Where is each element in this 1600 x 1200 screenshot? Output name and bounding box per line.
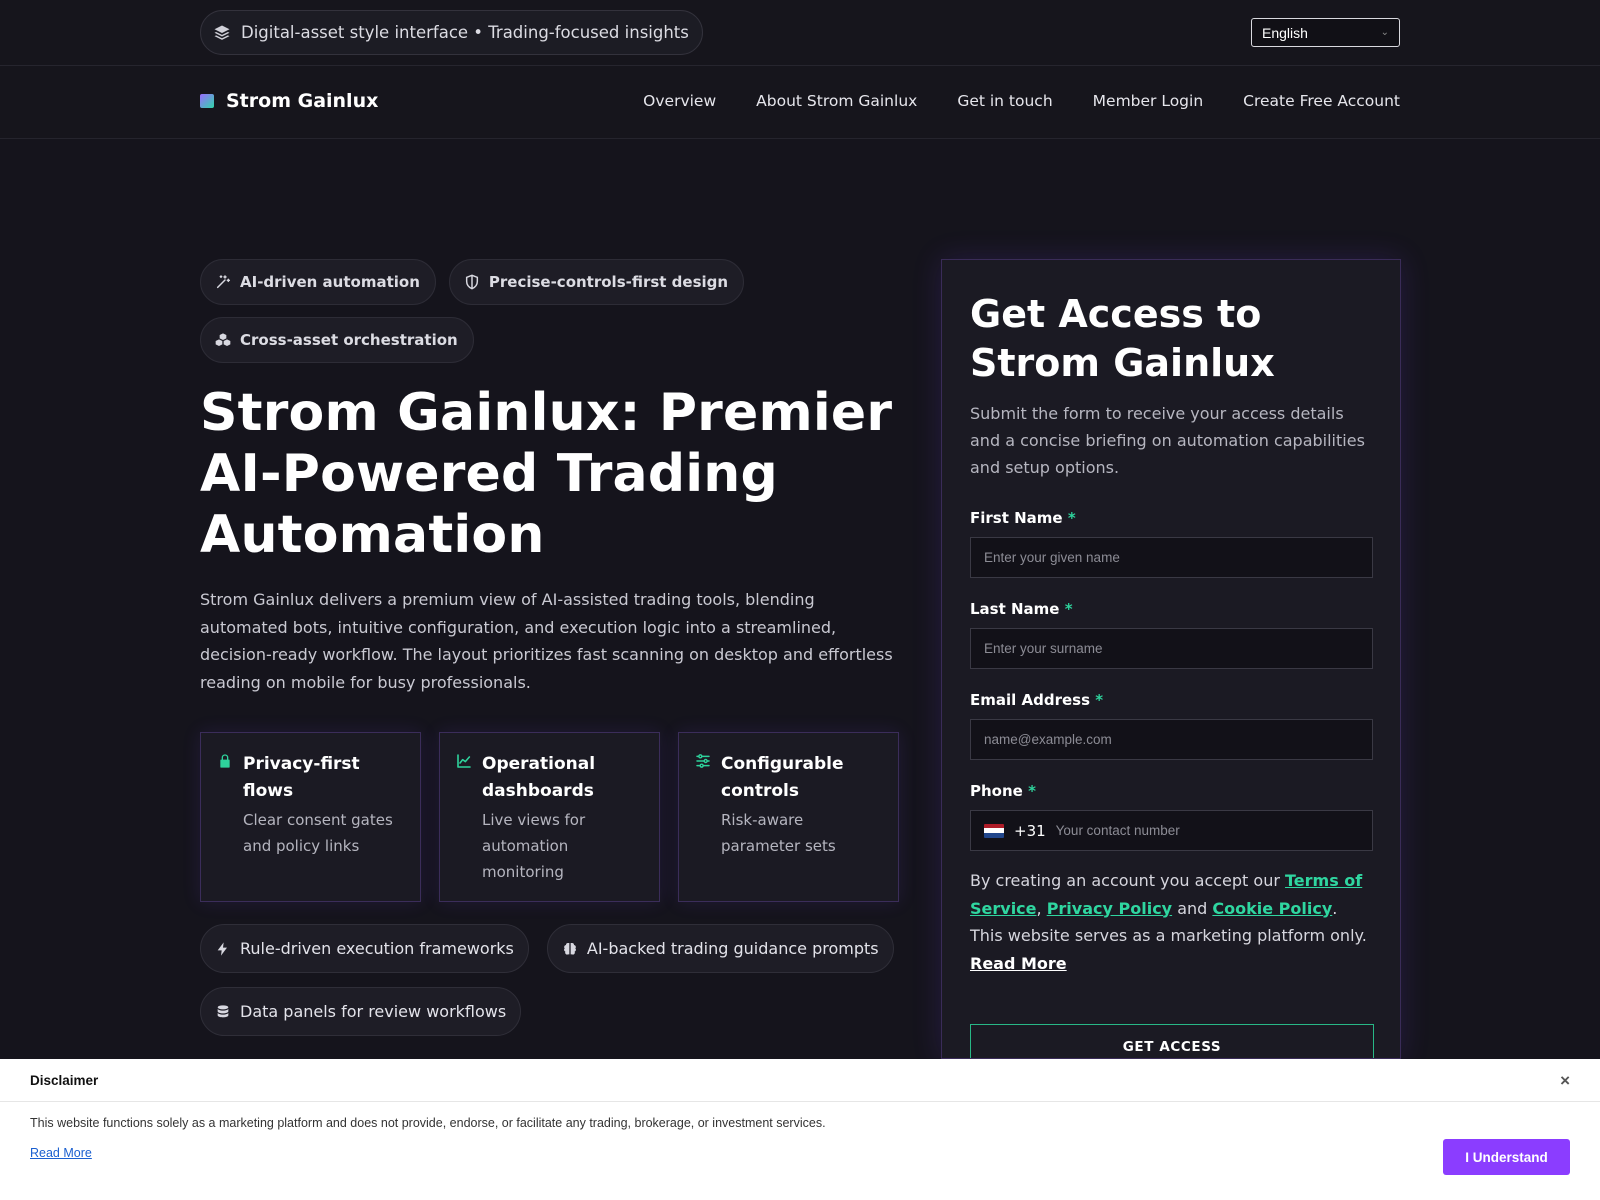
hero-description: Strom Gainlux delivers a premium view of… (200, 590, 893, 692)
first-name-input[interactable]: Enter your given name (970, 537, 1373, 578)
phone-placeholder: Your contact number (1055, 823, 1180, 838)
chart-line-icon (457, 754, 471, 768)
last-name-label: Last Name * (970, 600, 1073, 618)
hero-tags: AI-driven automation Precise-controls-fi… (200, 259, 900, 363)
lock-icon (220, 754, 230, 768)
feature-card: Operational dashboards Live views for au… (439, 732, 660, 902)
capability-chips: Rule-driven execution frameworks AI-back… (200, 924, 900, 1036)
hero-title: Strom Gainlux: Premier AI-Powered Tradin… (200, 383, 893, 565)
database-icon (217, 1004, 229, 1017)
feature-title: Privacy-first flows (243, 754, 360, 801)
nav-link-about[interactable]: About Strom Gainlux (756, 92, 917, 110)
last-name-input[interactable]: Enter your surname (970, 628, 1373, 669)
understand-button[interactable]: I Understand (1443, 1139, 1570, 1175)
first-name-group: First Name * Enter your given name (970, 509, 1373, 578)
feature-text: Clear consent gates and policy links (243, 811, 393, 855)
phone-input[interactable]: +31 Your contact number (970, 810, 1373, 851)
brand-logo[interactable]: Strom Gainlux (200, 90, 378, 112)
tag-ai-automation: AI-driven automation (200, 259, 436, 305)
nav-link-contact[interactable]: Get in touch (957, 92, 1052, 110)
brand-name: Strom Gainlux (226, 90, 379, 112)
disclaimer-title: Disclaimer (30, 1072, 99, 1088)
nav-link-signup[interactable]: Create Free Account (1243, 92, 1400, 110)
brand-mark-icon (200, 94, 214, 108)
nav-link-login[interactable]: Member Login (1093, 92, 1204, 110)
tag-precise-controls: Precise-controls-first design (448, 259, 745, 305)
main-nav: Strom Gainlux Overview About Strom Gainl… (0, 66, 1600, 139)
read-more-link[interactable]: Read More (970, 954, 1067, 973)
cubes-icon (215, 333, 231, 346)
brain-icon (563, 942, 576, 955)
email-label: Email Address * (970, 691, 1104, 709)
language-value: English (1262, 24, 1308, 41)
privacy-link[interactable]: Privacy Policy (1047, 899, 1172, 918)
magic-wand-icon (216, 275, 231, 289)
sliders-icon (696, 754, 710, 768)
feature-cards: Privacy-first flows Clear consent gates … (200, 732, 900, 902)
consent-text: By creating an account you accept our Te… (970, 871, 1367, 973)
hero-section: AI-driven automation Precise-controls-fi… (200, 259, 900, 1036)
first-name-label: First Name * (970, 509, 1076, 527)
netherlands-flag-icon[interactable] (984, 823, 1004, 838)
nav-link-overview[interactable]: Overview (643, 92, 716, 110)
phone-group: Phone * +31 Your contact number (970, 782, 1373, 851)
cookie-link[interactable]: Cookie Policy (1212, 899, 1332, 918)
email-group: Email Address * name@example.com (970, 691, 1373, 760)
feature-card: Privacy-first flows Clear consent gates … (200, 732, 421, 902)
nav-links: Overview About Strom Gainlux Get in touc… (643, 92, 1400, 110)
top-info-pill: Digital-asset style interface • Trading-… (200, 10, 703, 55)
chip-rule-driven: Rule-driven execution frameworks (200, 924, 529, 973)
disclaimer-header: Disclaimer × (0, 1059, 1600, 1102)
form-title: Get Access to Strom Gainlux (970, 292, 1275, 385)
feature-card: Configurable controls Risk-aware paramet… (678, 732, 899, 902)
phone-country-code: +31 (1014, 821, 1046, 840)
top-bar: Digital-asset style interface • Trading-… (0, 0, 1600, 66)
disclaimer-banner: Disclaimer × This website functions sole… (0, 1059, 1600, 1200)
top-info-text: Digital-asset style interface • Trading-… (241, 23, 689, 42)
feature-title: Operational dashboards (482, 754, 596, 801)
feature-text: Risk-aware parameter sets (721, 811, 836, 855)
language-select[interactable]: English ⌄ (1251, 18, 1400, 47)
chevron-down-icon: ⌄ (1380, 27, 1389, 38)
disclaimer-text: This website functions solely as a marke… (30, 1116, 826, 1130)
shield-icon (465, 274, 478, 290)
disclaimer-read-more-link[interactable]: Read More (30, 1146, 92, 1160)
chip-data-panels: Data panels for review workflows (200, 987, 522, 1036)
bolt-icon (217, 941, 227, 956)
close-icon[interactable]: × (1560, 1071, 1570, 1091)
feature-text: Live views for automation monitoring (482, 811, 586, 881)
email-input[interactable]: name@example.com (970, 719, 1373, 760)
chip-ai-guidance: AI-backed trading guidance prompts (546, 924, 894, 973)
last-name-group: Last Name * Enter your surname (970, 600, 1373, 669)
layers-icon (214, 25, 230, 40)
get-access-button[interactable]: GET ACCESS (970, 1024, 1374, 1058)
tag-cross-asset: Cross-asset orchestration (200, 317, 474, 363)
signup-form-card: Get Access to Strom Gainlux Submit the f… (941, 259, 1401, 1059)
phone-label: Phone * (970, 782, 1036, 800)
feature-title: Configurable controls (721, 754, 844, 801)
form-subtitle: Submit the form to receive your access d… (970, 404, 1365, 477)
